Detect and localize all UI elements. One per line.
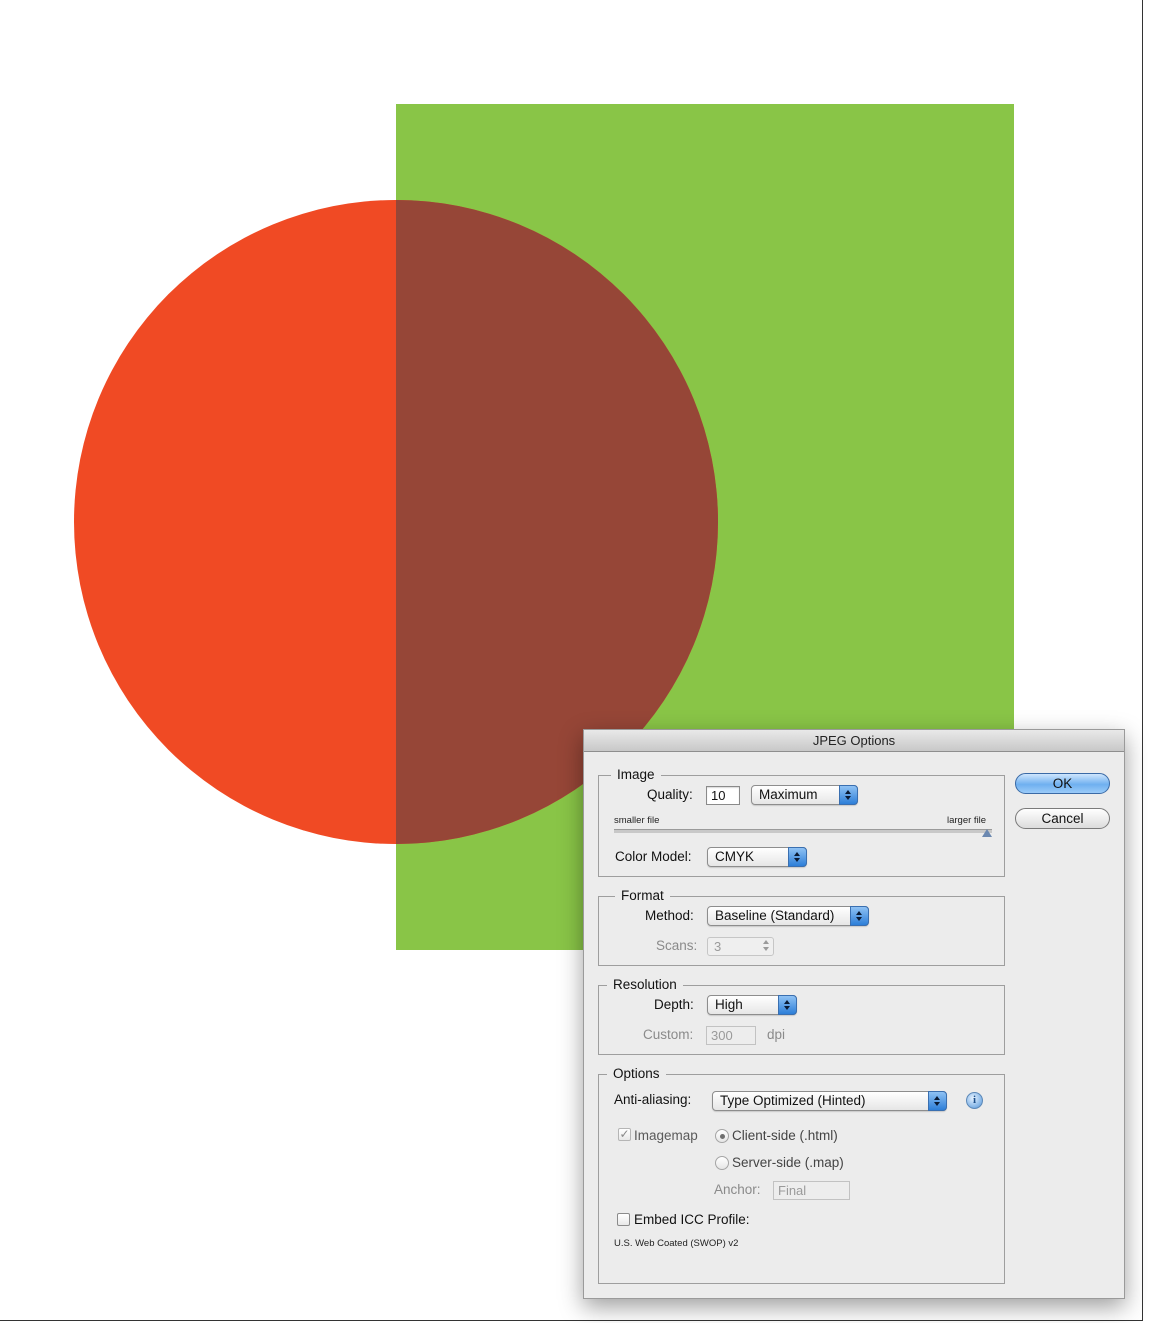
select-arrows-icon [928,1091,947,1111]
antialiasing-value: Type Optimized (Hinted) [720,1093,866,1108]
server-side-radio[interactable] [715,1156,729,1170]
quality-slider-thumb[interactable] [982,829,992,837]
server-side-label: Server-side (.map) [732,1155,844,1170]
method-label: Method: [645,908,694,923]
depth-label: Depth: [654,997,694,1012]
method-select[interactable]: Baseline (Standard) [707,906,869,926]
quality-slider[interactable] [614,829,992,833]
scans-value: 3 [714,939,722,954]
custom-dpi-input[interactable]: 300 [706,1026,756,1045]
resolution-group: Resolution Depth: High Custom: 300 dpi [598,977,1005,1055]
options-group: Options Anti-aliasing: Type Optimized (H… [598,1066,1005,1284]
dpi-unit-label: dpi [767,1027,786,1042]
larger-file-label: larger file [947,815,987,826]
antialiasing-select[interactable]: Type Optimized (Hinted) [712,1091,947,1111]
select-arrows-icon [850,906,869,926]
select-arrows-icon [778,995,797,1015]
color-model-label: Color Model: [615,849,692,864]
imagemap-checkbox[interactable]: ✓ [618,1128,631,1141]
options-group-legend: Options [607,1066,666,1081]
quality-preset-select[interactable]: Maximum [751,785,858,805]
quality-label: Quality: [647,787,693,802]
artboard-bottom-edge [0,1320,1143,1321]
color-model-select[interactable]: CMYK [707,847,807,867]
jpeg-options-dialog: JPEG Options OK Cancel Image Quality: 10… [583,729,1125,1299]
embed-icc-label: Embed ICC Profile: [634,1212,750,1227]
client-side-label: Client-side (.html) [732,1128,838,1143]
dialog-title[interactable]: JPEG Options [584,730,1124,752]
resolution-group-legend: Resolution [607,977,683,992]
select-arrows-icon [839,785,858,805]
depth-value: High [715,997,743,1012]
smaller-file-label: smaller file [614,815,660,826]
scans-stepper[interactable]: 3 [707,937,774,956]
method-value: Baseline (Standard) [715,908,835,923]
imagemap-label: Imagemap [634,1128,698,1143]
color-model-value: CMYK [715,849,755,864]
info-icon[interactable]: i [966,1092,983,1109]
cancel-button[interactable]: Cancel [1015,808,1110,829]
client-side-radio[interactable] [715,1129,729,1143]
embed-icc-checkbox[interactable] [617,1213,630,1226]
scans-label: Scans: [656,938,698,953]
image-group-legend: Image [611,767,661,782]
custom-label: Custom: [643,1027,694,1042]
anchor-label: Anchor: [714,1182,761,1197]
anchor-input[interactable]: Final [773,1181,850,1200]
ok-button[interactable]: OK [1015,773,1110,794]
format-group-legend: Format [615,888,670,903]
artboard-right-edge [1142,0,1143,1321]
format-group: Format Method: Baseline (Standard) Scans… [598,888,1005,966]
stepper-arrows-icon [762,940,771,953]
image-group: Image Quality: 10 Maximum smaller file l… [598,767,1005,877]
icc-profile-name: U.S. Web Coated (SWOP) v2 [614,1238,739,1249]
quality-preset-value: Maximum [759,787,818,802]
depth-select[interactable]: High [707,995,797,1015]
select-arrows-icon [788,847,807,867]
quality-input[interactable]: 10 [706,786,740,805]
antialiasing-label: Anti-aliasing: [614,1092,692,1107]
